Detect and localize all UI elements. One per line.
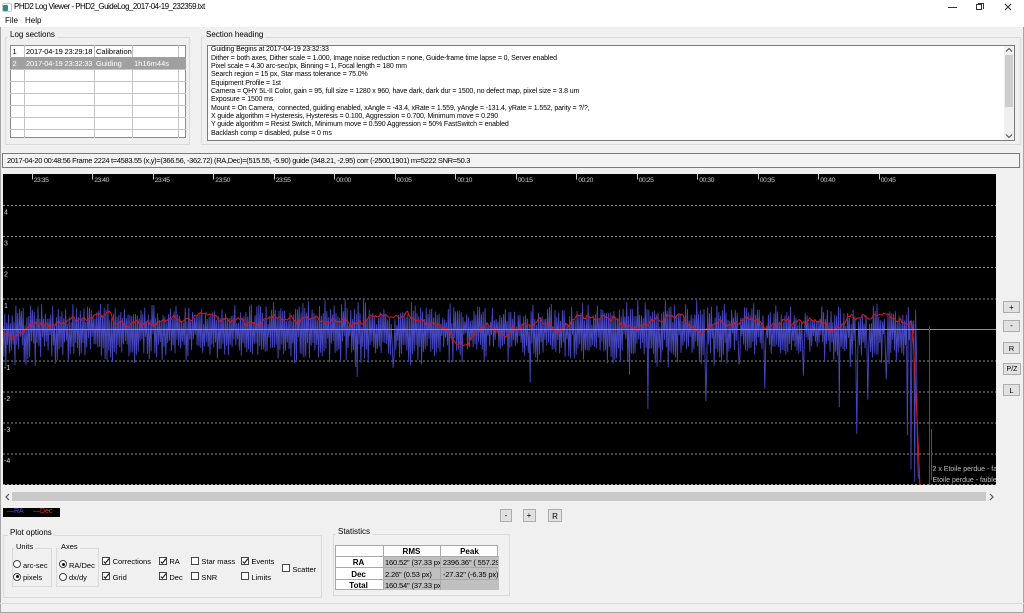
svg-text:00:45: 00:45	[881, 177, 896, 184]
svg-text:00:40: 00:40	[820, 177, 835, 184]
svg-text:00:05: 00:05	[397, 177, 412, 184]
svg-text:00:30: 00:30	[699, 177, 714, 184]
svg-text:00:20: 00:20	[578, 177, 593, 184]
svg-text:23:45: 23:45	[155, 177, 170, 184]
svg-text:-4: -4	[4, 458, 10, 465]
svg-text:-3: -3	[4, 427, 10, 434]
svg-text:00:00: 00:00	[336, 177, 351, 184]
svg-text:23:55: 23:55	[276, 177, 291, 184]
svg-text:-1: -1	[4, 364, 10, 371]
svg-text:23:50: 23:50	[215, 177, 230, 184]
svg-text:23:35: 23:35	[34, 177, 49, 184]
svg-text:4: 4	[4, 209, 8, 216]
svg-text:23:40: 23:40	[94, 177, 109, 184]
svg-text:00:15: 00:15	[518, 177, 533, 184]
svg-text:-2: -2	[4, 396, 10, 403]
svg-text:00:10: 00:10	[457, 177, 472, 184]
svg-text:00:35: 00:35	[760, 177, 775, 184]
svg-text:2: 2	[4, 271, 8, 278]
svg-text:2 x Etoile perdue - faible mas: 2 x Etoile perdue - faible masse d	[933, 466, 997, 473]
svg-text:3: 3	[4, 240, 8, 247]
svg-text:1: 1	[4, 302, 8, 309]
svg-text:00:25: 00:25	[639, 177, 654, 184]
svg-text:Etoile perdue - faible masse d: Etoile perdue - faible masse d'et	[933, 477, 997, 484]
